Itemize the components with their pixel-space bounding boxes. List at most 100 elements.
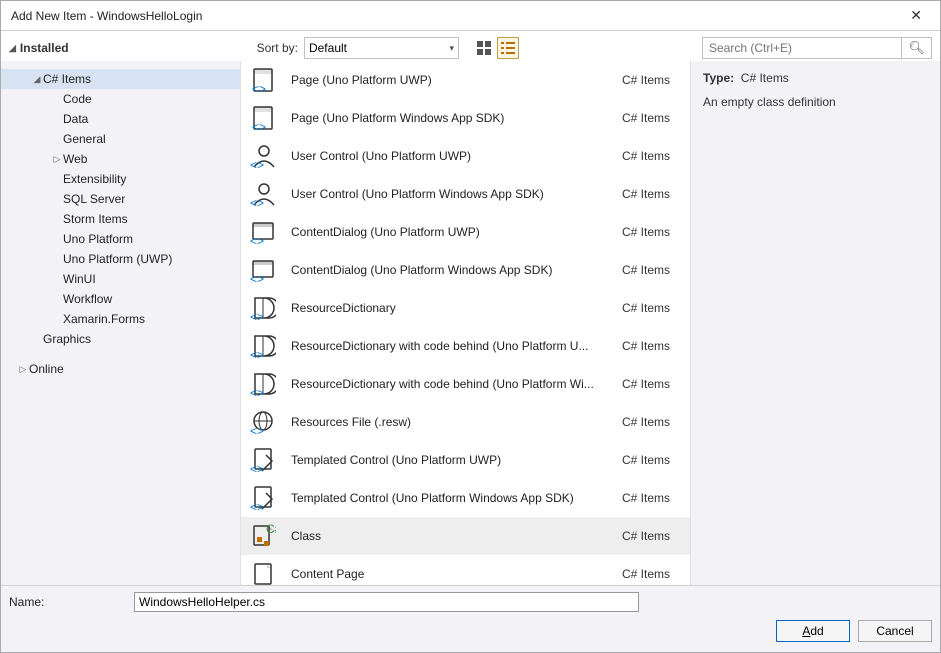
sidebar-item-label: Uno Platform xyxy=(63,232,133,246)
sidebar-item[interactable]: Workflow xyxy=(1,289,240,309)
template-list[interactable]: Page (Uno Platform UWP)C# ItemsPage (Uno… xyxy=(241,61,690,585)
chevron-right-icon: ▷ xyxy=(17,364,29,375)
sidebar-item-label: WinUI xyxy=(63,272,96,286)
sortby-dropdown[interactable]: Default ▾ xyxy=(304,37,459,59)
cancel-button[interactable]: Cancel xyxy=(858,620,932,642)
template-category: C# Items xyxy=(622,453,682,467)
template-label: ResourceDictionary with code behind (Uno… xyxy=(291,339,608,353)
template-category: C# Items xyxy=(622,491,682,505)
search-input[interactable] xyxy=(703,41,901,55)
sidebar-item-label: Workflow xyxy=(63,292,112,306)
details-pane: Type: C# Items An empty class definition xyxy=(690,61,940,585)
template-row[interactable]: ResourceDictionary C# Items xyxy=(241,289,690,327)
bottom-bar: Name: Add Cancel xyxy=(1,585,940,652)
template-row[interactable]: Content Page C# Items xyxy=(241,555,690,585)
resdict-icon xyxy=(249,332,277,360)
template-category: C# Items xyxy=(622,567,682,581)
usercontrol-icon xyxy=(249,142,277,170)
template-category: C# Items xyxy=(622,187,682,201)
cancel-label: Cancel xyxy=(876,624,913,638)
sidebar-item-label: Xamarin.Forms xyxy=(63,312,145,326)
template-row[interactable]: Page (Uno Platform Windows App SDK)C# It… xyxy=(241,99,690,137)
sidebar-item-label: Web xyxy=(63,152,87,166)
template-category: C# Items xyxy=(622,149,682,163)
sidebar-item-label: SQL Server xyxy=(63,192,125,206)
dialog-icon xyxy=(249,256,277,284)
resfile-icon xyxy=(249,408,277,436)
sidebar-item[interactable]: ◢C# Items xyxy=(1,69,240,89)
category-tree: ◢C# ItemsCodeDataGeneral▷WebExtensibilit… xyxy=(1,67,240,351)
usercontrol-icon xyxy=(249,180,277,208)
template-category: C# Items xyxy=(622,529,682,543)
template-row[interactable]: ContentDialog (Uno Platform UWP)C# Items xyxy=(241,213,690,251)
template-row[interactable]: ResourceDictionary with code behind (Uno… xyxy=(241,365,690,403)
installed-header[interactable]: ◢ Installed xyxy=(9,41,69,55)
name-row: Name: xyxy=(9,592,932,612)
dialog-icon xyxy=(249,218,277,246)
template-row[interactable]: Templated Control (Uno Platform UWP) C# I… xyxy=(241,441,690,479)
titlebar: Add New Item - WindowsHelloLogin ✕ xyxy=(1,1,940,31)
chevron-right-icon: ▷ xyxy=(51,154,63,165)
template-label: ContentDialog (Uno Platform UWP) xyxy=(291,225,608,239)
chevron-down-icon: ▾ xyxy=(449,43,454,54)
sidebar-item-label: Uno Platform (UWP) xyxy=(63,252,172,266)
sidebar-item[interactable]: SQL Server xyxy=(1,189,240,209)
template-row[interactable]: Class C# Items xyxy=(241,517,690,555)
sidebar-item[interactable]: Data xyxy=(1,109,240,129)
details-type-value: C# Items xyxy=(741,71,789,85)
sidebar-item[interactable]: Storm Items xyxy=(1,209,240,229)
template-category: C# Items xyxy=(622,301,682,315)
sidebar-item-label: Extensibility xyxy=(63,172,126,186)
template-row[interactable]: Page (Uno Platform UWP)C# Items xyxy=(241,61,690,99)
sidebar-item-label: General xyxy=(63,132,106,146)
template-category: C# Items xyxy=(622,377,682,391)
template-label: Page (Uno Platform UWP) xyxy=(291,73,608,87)
search-icon[interactable]: 🔍︎ xyxy=(901,38,931,58)
template-label: Page (Uno Platform Windows App SDK) xyxy=(291,111,608,125)
window-title: Add New Item - WindowsHelloLogin xyxy=(11,9,902,23)
template-row[interactable]: ContentDialog (Uno Platform Windows App … xyxy=(241,251,690,289)
toolbar: ◢ Installed Sort by: Default ▾ 🔍︎ xyxy=(1,31,940,61)
sidebar-item[interactable]: Code xyxy=(1,89,240,109)
template-row[interactable]: ResourceDictionary with code behind (Uno… xyxy=(241,327,690,365)
sidebar-item[interactable]: Extensibility xyxy=(1,169,240,189)
main-area: ◢C# ItemsCodeDataGeneral▷WebExtensibilit… xyxy=(1,61,940,585)
template-label: Templated Control (Uno Platform UWP) xyxy=(291,453,608,467)
sidebar-item[interactable]: Uno Platform xyxy=(1,229,240,249)
list-icon xyxy=(501,41,515,55)
template-row[interactable]: User Control (Uno Platform UWP)C# Items xyxy=(241,137,690,175)
template-category: C# Items xyxy=(622,263,682,277)
search-box[interactable]: 🔍︎ xyxy=(702,37,932,59)
sidebar-item[interactable]: WinUI xyxy=(1,269,240,289)
template-label: Class xyxy=(291,529,608,543)
template-row[interactable]: User Control (Uno Platform Windows App S… xyxy=(241,175,690,213)
close-icon[interactable]: ✕ xyxy=(902,5,930,26)
grid-icon xyxy=(477,41,491,55)
view-list-button[interactable] xyxy=(497,37,519,59)
view-grid-button[interactable] xyxy=(473,37,495,59)
content-icon xyxy=(249,560,277,585)
sidebar-item[interactable]: Xamarin.Forms xyxy=(1,309,240,329)
template-row[interactable]: Resources File (.resw)C# Items xyxy=(241,403,690,441)
sidebar-item-label: Data xyxy=(63,112,88,126)
sidebar-item[interactable]: Graphics xyxy=(1,329,240,349)
button-row: Add Cancel xyxy=(9,620,932,646)
template-label: ResourceDictionary xyxy=(291,301,608,315)
add-button[interactable]: Add xyxy=(776,620,850,642)
sidebar-item-online[interactable]: ▷ Online xyxy=(1,359,240,379)
template-label: Templated Control (Uno Platform Windows … xyxy=(291,491,608,505)
template-label: ContentDialog (Uno Platform Windows App … xyxy=(291,263,608,277)
sidebar-item-label: Graphics xyxy=(43,332,91,346)
template-label: Resources File (.resw) xyxy=(291,415,608,429)
sidebar-item[interactable]: ▷Web xyxy=(1,149,240,169)
name-input[interactable] xyxy=(134,592,639,612)
details-type-row: Type: C# Items xyxy=(703,71,928,85)
details-type-label: Type: xyxy=(703,71,734,85)
template-label: Content Page xyxy=(291,567,608,581)
sidebar-item[interactable]: Uno Platform (UWP) xyxy=(1,249,240,269)
sidebar: ◢C# ItemsCodeDataGeneral▷WebExtensibilit… xyxy=(1,61,241,585)
class-icon xyxy=(249,522,277,550)
template-row[interactable]: Templated Control (Uno Platform Windows … xyxy=(241,479,690,517)
sidebar-item-label: Code xyxy=(63,92,92,106)
sidebar-item[interactable]: General xyxy=(1,129,240,149)
